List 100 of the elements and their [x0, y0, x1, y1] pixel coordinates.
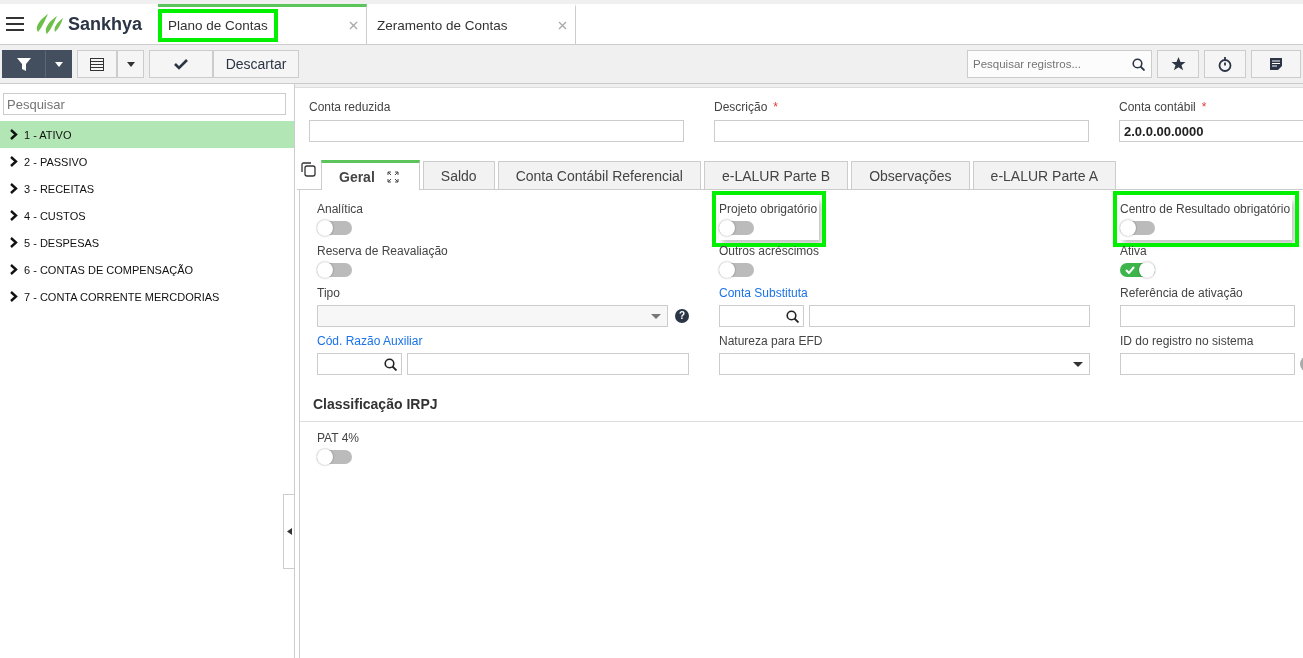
logo-text: Sankhya [68, 13, 143, 35]
filter-icon [16, 57, 31, 71]
table-icon [90, 57, 104, 71]
field-label: Tipo [317, 286, 341, 300]
field-label: Conta contábil [1119, 100, 1196, 114]
copy-icon[interactable] [301, 162, 316, 177]
form-tab[interactable]: e-LALUR Parte A [972, 161, 1116, 189]
field-label: Ativa [1120, 244, 1148, 258]
tab-title: Zeramento de Contas [376, 17, 509, 35]
required-mark: * [773, 100, 779, 114]
toggle-switch[interactable] [317, 221, 352, 235]
chevron-icon [10, 291, 18, 302]
tree-item[interactable]: 2 - PASSIVO [0, 148, 294, 175]
field-label: Natureza para EFD [719, 334, 824, 348]
chevron-icon [10, 264, 18, 275]
triangle-left-icon [286, 528, 292, 535]
discard-button[interactable]: Descartar [213, 50, 299, 78]
tree-item[interactable]: 5 - DESPESAS [0, 229, 294, 256]
required-mark: * [1201, 100, 1207, 114]
grid-view-button[interactable] [77, 50, 117, 78]
tab-title: Plano de Contas [160, 11, 276, 40]
field-label: Reserva de Reavaliação [317, 244, 449, 258]
close-icon[interactable] [349, 21, 359, 30]
field-link[interactable]: Cód. Razão Auxiliar [317, 334, 689, 348]
tree-label: 4 - CUSTOS [24, 209, 86, 222]
chevron-icon [10, 237, 18, 248]
chevron-icon [10, 210, 18, 221]
menu-icon[interactable] [6, 17, 24, 31]
tree-label: 6 - CONTAS DE COMPENSAÇÃO [24, 263, 194, 276]
favorite-button[interactable] [1157, 50, 1199, 78]
search-icon [384, 357, 397, 371]
expand-icon[interactable] [386, 170, 399, 183]
field-label: Referência de ativação [1120, 286, 1244, 300]
chevron-icon [10, 156, 18, 167]
input-field[interactable] [1120, 353, 1295, 375]
input-field[interactable]: 2.0.0.00.0000 [1119, 120, 1303, 142]
toggle-switch[interactable] [1120, 221, 1155, 235]
input-field[interactable] [714, 120, 1089, 142]
star-icon [1170, 57, 1186, 71]
toggle-switch[interactable] [719, 263, 754, 277]
field-label: Conta reduzida [309, 100, 391, 114]
field-link[interactable]: Conta Substituta [719, 286, 1090, 300]
check-icon [1125, 266, 1135, 274]
collapse-handle[interactable] [283, 494, 294, 569]
logo-icon [34, 12, 64, 36]
field-label: ID do registro no sistema [1120, 334, 1255, 348]
chevron-icon [10, 129, 18, 140]
tree-label: 5 - DESPESAS [24, 236, 100, 249]
caret-icon [651, 313, 661, 319]
timer-button[interactable] [1204, 50, 1246, 78]
search-field[interactable]: Pesquisar registros... [967, 50, 1152, 78]
field-label: Analítica [317, 202, 365, 216]
tree-item[interactable]: 3 - RECEITAS [0, 175, 294, 202]
app-tab[interactable]: Zeramento de Contas [367, 4, 577, 44]
caret-icon [54, 61, 63, 67]
tree-item[interactable]: 4 - CUSTOS [0, 202, 294, 229]
field-label: Outros acréscimos [719, 244, 821, 258]
document-icon [1270, 58, 1282, 70]
form-tab[interactable]: e-LALUR Parte B [703, 161, 849, 189]
close-icon[interactable] [558, 21, 568, 30]
stopwatch-icon [1218, 56, 1232, 72]
tree-item[interactable]: 6 - CONTAS DE COMPENSAÇÃO [0, 256, 294, 283]
toggle-switch[interactable] [317, 263, 352, 277]
caret-icon [1073, 361, 1083, 367]
check-icon [174, 58, 188, 70]
toggle-switch[interactable] [719, 221, 754, 235]
section-title: Classificação IRPJ [300, 378, 1303, 422]
code-field[interactable] [317, 353, 402, 375]
field-label: Centro de Resultado obrigatório [1120, 202, 1291, 216]
tree-item[interactable]: 7 - CONTA CORRENTE MERCDORIAS [0, 283, 294, 310]
tree-label: 3 - RECEITAS [24, 182, 95, 195]
form-tab[interactable]: Saldo [422, 161, 495, 189]
app-tab[interactable]: Plano de Contas [158, 4, 368, 44]
input-field[interactable] [809, 305, 1090, 327]
tree-label: 7 - CONTA CORRENTE MERCDORIAS [24, 290, 220, 303]
dropdown-field[interactable] [719, 353, 1090, 375]
chevron-icon [10, 183, 18, 194]
form-tab[interactable]: Observações [851, 161, 970, 189]
field-label: PAT 4% [317, 431, 361, 445]
dropdown-button[interactable] [45, 50, 72, 78]
field-label: Descrição [714, 100, 768, 114]
form-tab[interactable]: Conta Contábil Referencial [497, 161, 701, 189]
code-field[interactable] [719, 305, 804, 327]
notes-button[interactable] [1251, 50, 1301, 78]
tree-label: 2 - PASSIVO [24, 155, 88, 168]
form-tab[interactable]: Geral [321, 160, 420, 190]
tree-label: 1 - ATIVO [24, 128, 72, 141]
filter-button[interactable] [2, 50, 45, 78]
search-field[interactable]: Pesquisar [3, 93, 286, 115]
tree-item[interactable]: 1 - ATIVO [0, 121, 294, 148]
caret-icon [126, 61, 135, 67]
input-field[interactable] [1120, 305, 1295, 327]
toggle-switch[interactable] [317, 450, 352, 464]
input-field[interactable] [407, 353, 689, 375]
search-input[interactable]: Pesquisar registros... [971, 57, 1132, 71]
input-field[interactable] [309, 120, 684, 142]
confirm-button[interactable] [149, 50, 213, 78]
field-label: Projeto obrigatório [719, 202, 818, 216]
toggle-switch[interactable] [1120, 263, 1155, 277]
search-icon [1132, 57, 1145, 71]
